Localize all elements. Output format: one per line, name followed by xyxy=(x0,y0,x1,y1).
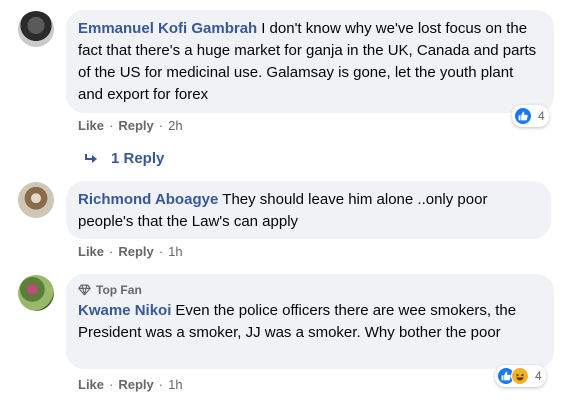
avatar[interactable] xyxy=(18,275,54,311)
like-link[interactable]: Like xyxy=(78,118,104,133)
separator: · xyxy=(109,244,114,259)
reply-link[interactable]: Reply xyxy=(118,377,153,392)
reaction-count: 4 xyxy=(535,369,542,383)
separator: · xyxy=(109,118,114,133)
timestamp[interactable]: 2h xyxy=(168,118,182,133)
comment-bubble: Emmanuel Kofi Gambrah I don't know why we… xyxy=(66,10,554,113)
timestamp[interactable]: 1h xyxy=(168,244,182,259)
like-link[interactable]: Like xyxy=(78,377,104,392)
comment-body: Emmanuel Kofi Gambrah I don't know why we… xyxy=(78,18,542,106)
comment-bubble: Richmond Aboagye They should leave him al… xyxy=(66,181,551,239)
like-icon xyxy=(514,107,532,125)
reaction-count: 4 xyxy=(538,109,545,123)
comment-author[interactable]: Emmanuel Kofi Gambrah xyxy=(78,20,257,37)
reply-link[interactable]: Reply xyxy=(118,244,153,259)
comment-actions: Like · Reply · 1h xyxy=(78,244,183,259)
separator: · xyxy=(109,377,114,392)
like-link[interactable]: Like xyxy=(78,244,104,259)
reply-link[interactable]: Reply xyxy=(118,118,153,133)
reaction-summary[interactable]: 4 xyxy=(512,105,549,127)
separator: · xyxy=(158,377,164,392)
comment-actions: Like · Reply · 2h xyxy=(78,118,183,133)
diamond-icon xyxy=(78,284,91,296)
comment-body: Richmond Aboagye They should leave him al… xyxy=(78,189,539,233)
reply-arrow-icon xyxy=(84,153,98,165)
comment-author[interactable]: Richmond Aboagye xyxy=(78,191,218,208)
top-fan-badge: Top Fan xyxy=(78,280,542,300)
timestamp[interactable]: 1h xyxy=(168,377,182,392)
view-replies-link[interactable]: 1 Reply xyxy=(84,150,164,167)
separator: · xyxy=(158,118,164,133)
comment-author[interactable]: Kwame Nikoi xyxy=(78,302,171,319)
haha-icon xyxy=(511,367,529,385)
comment-actions: Like · Reply · 1h xyxy=(78,377,183,392)
reaction-summary[interactable]: 4 xyxy=(495,365,546,387)
comment-bubble: Top Fan Kwame Nikoi Even the police offic… xyxy=(66,274,554,369)
comment-body: Kwame Nikoi Even the police officers ther… xyxy=(78,300,542,344)
avatar[interactable] xyxy=(18,11,54,47)
replies-count-label: 1 Reply xyxy=(111,150,165,167)
avatar[interactable] xyxy=(18,182,54,218)
separator: · xyxy=(158,244,164,259)
top-fan-label: Top Fan xyxy=(96,283,142,297)
